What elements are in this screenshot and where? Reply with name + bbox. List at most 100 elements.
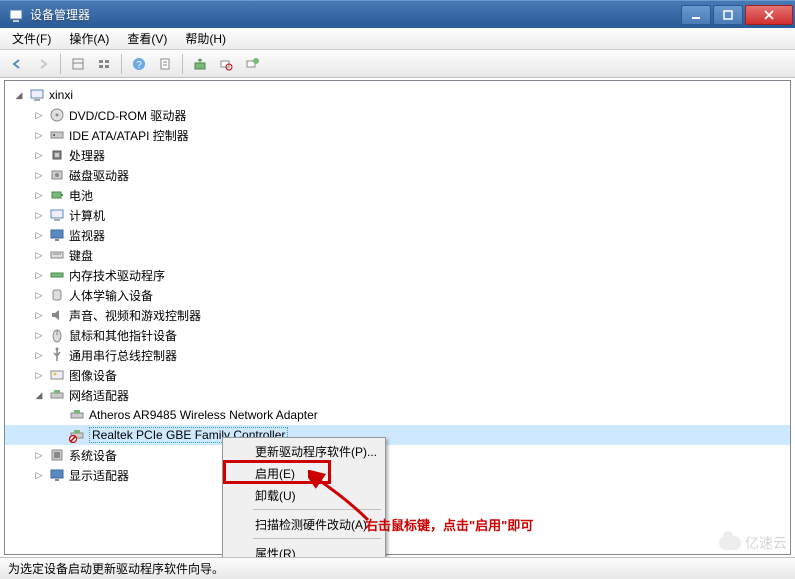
enable-icon[interactable]: [241, 53, 263, 75]
update-driver-icon[interactable]: [189, 53, 211, 75]
view-detail-icon[interactable]: [67, 53, 89, 75]
tree-category[interactable]: ▷ 监视器: [5, 225, 790, 245]
battery-icon: [49, 187, 65, 203]
annotation-text: 右击鼠标键，点击"启用"即可: [365, 515, 533, 534]
help-icon[interactable]: ?: [128, 53, 150, 75]
tree-category[interactable]: ◢ 网络适配器: [5, 385, 790, 405]
hid-icon: [49, 287, 65, 303]
cm-scan[interactable]: 扫描检测硬件改动(A): [225, 513, 383, 535]
tree-device[interactable]: Realtek PCIe GBE Family Controller: [5, 425, 790, 445]
expand-icon[interactable]: ▷: [33, 129, 45, 141]
tree-category[interactable]: ▷IDE ATA/ATAPI 控制器: [5, 125, 790, 145]
tree-category[interactable]: ▷键盘: [5, 245, 790, 265]
sound-icon: [49, 307, 65, 323]
tree-category[interactable]: ▷磁盘驱动器: [5, 165, 790, 185]
tree-category[interactable]: ▷ 显示适配器: [5, 465, 790, 485]
display-icon: [49, 467, 65, 483]
expand-icon[interactable]: ▷: [33, 109, 45, 121]
cm-uninstall[interactable]: 卸载(U): [225, 484, 383, 506]
expand-icon[interactable]: ▷: [33, 249, 45, 261]
menu-action[interactable]: 操作(A): [61, 28, 117, 49]
collapse-icon[interactable]: ◢: [13, 89, 25, 101]
device-label: Atheros AR9485 Wireless Network Adapter: [89, 408, 318, 422]
forward-button[interactable]: [32, 53, 54, 75]
tree-category[interactable]: ▷系统设备: [5, 445, 790, 465]
menubar: 文件(F) 操作(A) 查看(V) 帮助(H): [0, 28, 795, 50]
tree-category[interactable]: ▷电池: [5, 185, 790, 205]
properties-icon[interactable]: [154, 53, 176, 75]
expand-icon[interactable]: ▷: [33, 209, 45, 221]
tree-category[interactable]: ▷ 计算机: [5, 205, 790, 225]
cm-separator: [253, 509, 381, 510]
tree-device[interactable]: Atheros AR9485 Wireless Network Adapter: [5, 405, 790, 425]
memory-icon: [49, 267, 65, 283]
tree-category[interactable]: ▷ 通用串行总线控制器: [5, 345, 790, 365]
expand-icon[interactable]: ▷: [33, 369, 45, 381]
category-label: 鼠标和其他指针设备: [69, 327, 177, 344]
category-label: 网络适配器: [69, 387, 129, 404]
category-label: 人体学输入设备: [69, 287, 153, 304]
ide-icon: [49, 127, 65, 143]
category-label: 显示适配器: [69, 467, 129, 484]
category-label: 图像设备: [69, 367, 117, 384]
expand-icon[interactable]: ▷: [33, 269, 45, 281]
statusbar: 为选定设备启动更新驱动程序软件向导。: [0, 557, 795, 579]
expand-icon[interactable]: ▷: [33, 449, 45, 461]
device-tree[interactable]: ◢ xinxi ▷ DVD/CD-ROM 驱动器▷IDE ATA/ATAPI 控制…: [4, 80, 791, 555]
toolbar: ?: [0, 50, 795, 78]
expand-icon[interactable]: ▷: [33, 229, 45, 241]
tree-category[interactable]: ▷ 人体学输入设备: [5, 285, 790, 305]
cm-separator: [253, 538, 381, 539]
cpu-icon: [49, 147, 65, 163]
view-list-icon[interactable]: [93, 53, 115, 75]
app-icon: [8, 7, 24, 23]
menu-view[interactable]: 查看(V): [119, 28, 175, 49]
disk-icon: [49, 167, 65, 183]
tree-category[interactable]: ▷ 鼠标和其他指针设备: [5, 325, 790, 345]
cloud-icon: [719, 536, 741, 550]
menu-file[interactable]: 文件(F): [4, 28, 59, 49]
monitor-icon: [49, 227, 65, 243]
category-label: DVD/CD-ROM 驱动器: [69, 107, 186, 124]
scan-hardware-icon[interactable]: [215, 53, 237, 75]
collapse-icon[interactable]: ◢: [33, 389, 45, 401]
network-icon: [49, 387, 65, 403]
disc-icon: [49, 107, 65, 123]
status-text: 为选定设备启动更新驱动程序软件向导。: [8, 560, 224, 577]
back-button[interactable]: [6, 53, 28, 75]
minimize-button[interactable]: [681, 5, 711, 25]
expand-icon[interactable]: ▷: [33, 149, 45, 161]
category-label: 声音、视频和游戏控制器: [69, 307, 201, 324]
system-icon: [49, 447, 65, 463]
svg-text:?: ?: [136, 60, 142, 71]
expand-icon[interactable]: ▷: [33, 169, 45, 181]
tree-root[interactable]: ◢ xinxi: [5, 85, 790, 105]
context-menu: 更新驱动程序软件(P)... 启用(E) 卸载(U) 扫描检测硬件改动(A) 属…: [222, 437, 386, 567]
cm-enable[interactable]: 启用(E): [225, 462, 383, 484]
keyboard-icon: [49, 247, 65, 263]
tree-category[interactable]: ▷ 声音、视频和游戏控制器: [5, 305, 790, 325]
close-button[interactable]: [745, 5, 793, 25]
image-icon: [49, 367, 65, 383]
expand-icon[interactable]: ▷: [33, 349, 45, 361]
mouse-icon: [49, 327, 65, 343]
computer-icon: [29, 87, 45, 103]
maximize-button[interactable]: [713, 5, 743, 25]
category-label: 通用串行总线控制器: [69, 347, 177, 364]
expand-icon[interactable]: ▷: [33, 469, 45, 481]
tree-category[interactable]: ▷ DVD/CD-ROM 驱动器: [5, 105, 790, 125]
category-label: 计算机: [69, 207, 105, 224]
tree-category[interactable]: ▷内存技术驱动程序: [5, 265, 790, 285]
menu-help[interactable]: 帮助(H): [177, 28, 234, 49]
tree-category[interactable]: ▷ 图像设备: [5, 365, 790, 385]
category-label: 监视器: [69, 227, 105, 244]
expand-icon[interactable]: ▷: [33, 289, 45, 301]
usb-icon: [49, 347, 65, 363]
expand-icon[interactable]: ▷: [33, 329, 45, 341]
expand-icon[interactable]: ▷: [33, 189, 45, 201]
tree-category[interactable]: ▷处理器: [5, 145, 790, 165]
window-title: 设备管理器: [30, 6, 679, 23]
titlebar[interactable]: 设备管理器: [0, 0, 795, 28]
expand-icon[interactable]: ▷: [33, 309, 45, 321]
cm-update-driver[interactable]: 更新驱动程序软件(P)...: [225, 440, 383, 462]
